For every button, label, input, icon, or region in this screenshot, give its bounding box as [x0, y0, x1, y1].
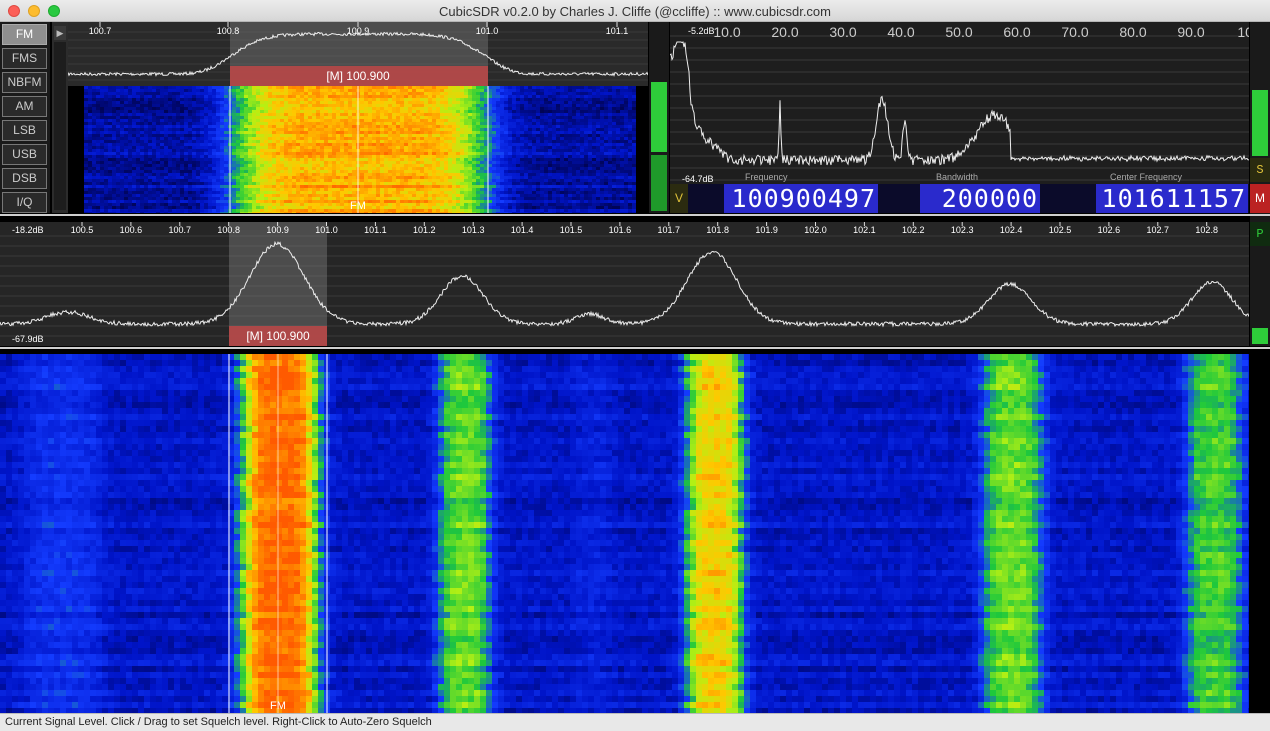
tick-label: 101.6	[609, 225, 632, 235]
center-frequency-display[interactable]: 101611157	[1096, 184, 1248, 213]
scope-tick-label: 90.0	[1177, 24, 1204, 40]
tick-label: 101.3	[462, 225, 485, 235]
demod-waterfall[interactable]: FM	[68, 86, 648, 213]
tick-label: 100.8	[217, 26, 240, 36]
gain-level-bar	[651, 82, 667, 152]
scope-tick-label: 50.0	[945, 24, 972, 40]
tick-label: 101.9	[755, 225, 778, 235]
demod-volume-slider[interactable]	[54, 42, 66, 210]
window-title: CubicSDR v0.2.0 by Charles J. Cliffe (@c…	[438, 4, 831, 19]
scope-bottom-db: -64.7dB	[682, 174, 714, 184]
tick-label: 102.1	[853, 225, 876, 235]
demod-marker-label: [M] 100.900	[326, 69, 390, 83]
scope-tick-label: 30.0	[829, 24, 856, 40]
tick-label: 101.5	[560, 225, 583, 235]
demod-gain-slider[interactable]	[649, 22, 669, 213]
mode-button-fm[interactable]: FM	[2, 24, 47, 45]
main-top-db: -18.2dB	[12, 225, 44, 235]
frequency-display[interactable]: 100900497	[724, 184, 878, 213]
scope-tick-label: 10.0	[713, 24, 740, 40]
tick-label: 100.7	[169, 225, 192, 235]
status-bar: Current Signal Level. Click / Drag to se…	[0, 713, 1270, 731]
tick-label: 100.9	[266, 225, 289, 235]
tick-label: 100.8	[217, 225, 240, 235]
tick-label: 101.1	[364, 225, 387, 235]
scope-tick-label: 70.0	[1061, 24, 1088, 40]
frequency-label: Frequency	[745, 172, 788, 182]
scope-panel[interactable]: 10.0 20.0 30.0 40.0 50.0 60.0 70.0 80.0 90.0 100 -…	[670, 22, 1249, 184]
tick-label: 100.7	[89, 26, 112, 36]
tick-label: 101.8	[706, 225, 729, 235]
main-waterfall-label: FM	[270, 700, 286, 712]
tick-label: 102.3	[951, 225, 974, 235]
tick-label: 102.0	[804, 225, 827, 235]
squelch-meter-bar	[1252, 90, 1268, 156]
tick-label: 101.4	[511, 225, 534, 235]
mode-button-fms[interactable]: FMS	[2, 48, 47, 69]
panel-divider-top[interactable]	[0, 214, 1270, 216]
tick-label: 101.2	[413, 225, 436, 235]
main-spectrum[interactable]: 100.5 100.6 100.7 100.8 100.9 101.0 101.1 101.2…	[0, 222, 1249, 346]
scope-tick-label: 40.0	[887, 24, 914, 40]
tick-label: 102.2	[902, 225, 925, 235]
vfo-button[interactable]: V	[670, 184, 688, 213]
tick-label: 100.5	[71, 225, 94, 235]
main-bottom-db: -67.9dB	[12, 334, 44, 344]
bandwidth-display[interactable]: 200000	[920, 184, 1040, 213]
scope-tick-label: 80.0	[1119, 24, 1146, 40]
mode-button-usb[interactable]: USB	[2, 144, 47, 165]
tick-label: 102.4	[1000, 225, 1023, 235]
main-waterfall[interactable]: FM	[0, 354, 1249, 714]
tick-label: 101.7	[658, 225, 681, 235]
mode-button-lsb[interactable]: LSB	[2, 120, 47, 141]
squelch-button[interactable]: S	[1250, 158, 1270, 182]
scope-tick-label: 100	[1237, 24, 1249, 40]
title-bar: CubicSDR v0.2.0 by Charles J. Cliffe (@c…	[0, 0, 1270, 22]
center-frequency-label: Center Frequency	[1110, 172, 1183, 182]
tick-label: 102.5	[1049, 225, 1072, 235]
tick-label: 101.0	[315, 225, 338, 235]
scope-tick-label: 60.0	[1003, 24, 1030, 40]
peak-meter-bar	[1252, 328, 1268, 344]
mute-button[interactable]: M	[1250, 184, 1270, 213]
tick-label: 102.7	[1147, 225, 1170, 235]
demod-waterfall-label: FM	[350, 200, 366, 212]
demod-spectrum[interactable]: 100.7 100.8 100.9 101.0 101.1 [M] 100.900	[68, 22, 648, 86]
scope-top-db: -5.2dB	[688, 26, 715, 36]
mode-button-am[interactable]: AM	[2, 96, 47, 117]
mode-button-dsb[interactable]: DSB	[2, 168, 47, 189]
gain-level-bar-lower	[651, 155, 667, 211]
main-spectrum-trace	[0, 240, 1249, 328]
peak-hold-button[interactable]: P	[1250, 222, 1270, 246]
main-marker-label: [M] 100.900	[246, 329, 310, 343]
bandwidth-label: Bandwidth	[936, 172, 979, 182]
tick-label: 102.6	[1098, 225, 1121, 235]
mode-selector: FM FMS NBFM AM LSB USB DSB I/Q	[0, 22, 50, 213]
tick-label: 101.0	[476, 26, 499, 36]
mode-button-iq[interactable]: I/Q	[2, 192, 47, 213]
play-icon[interactable]: ▶	[54, 26, 66, 40]
tick-label: 102.8	[1195, 225, 1218, 235]
scope-tick-label: 20.0	[771, 24, 798, 40]
demod-play-column: ▶	[52, 22, 68, 213]
tick-label: 100.6	[120, 225, 143, 235]
mode-button-nbfm[interactable]: NBFM	[2, 72, 47, 93]
tick-label: 101.1	[606, 26, 629, 36]
panel-divider-middle[interactable]	[0, 347, 1270, 349]
